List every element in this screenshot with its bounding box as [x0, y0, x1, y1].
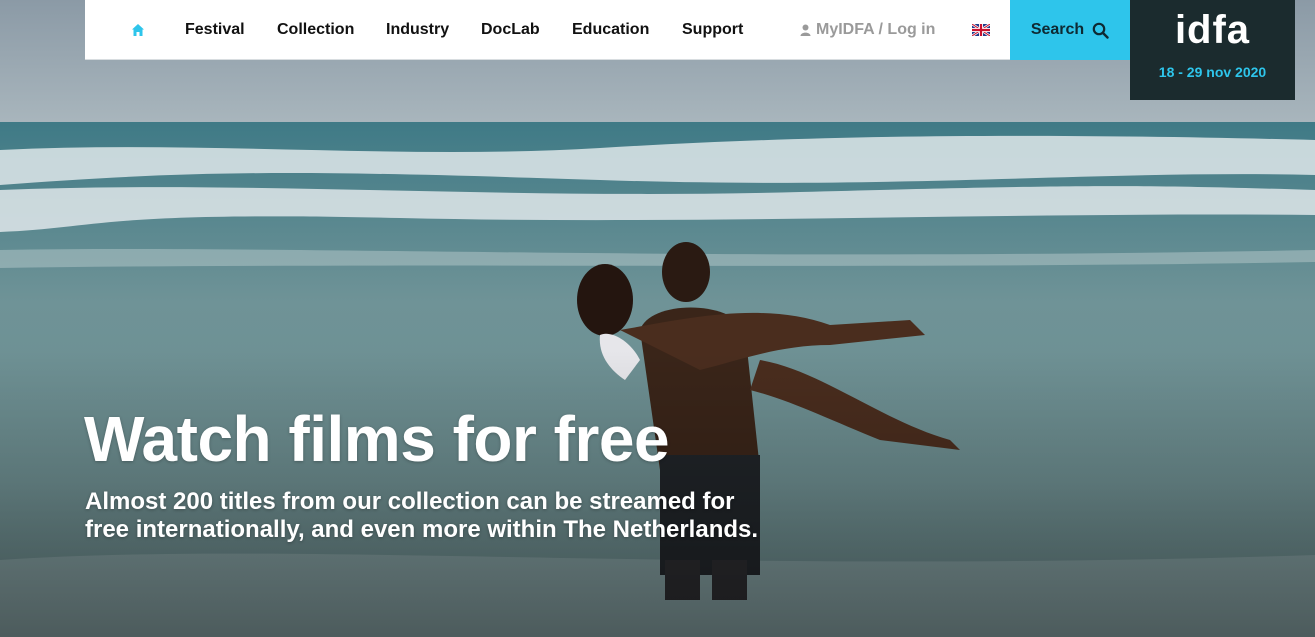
- nav-festival[interactable]: Festival: [185, 0, 245, 60]
- search-button[interactable]: Search: [1010, 0, 1130, 60]
- uk-flag-icon[interactable]: [972, 24, 990, 36]
- user-icon: [800, 24, 811, 36]
- nav-collection[interactable]: Collection: [277, 0, 354, 60]
- home-link[interactable]: [129, 20, 147, 40]
- hero-banner: Watch films for free Almost 200 titles f…: [0, 0, 1315, 637]
- idfa-logo[interactable]: idfa 18 - 29 nov 2020: [1130, 0, 1295, 100]
- hero-subtitle: Almost 200 titles from our collection ca…: [85, 488, 759, 543]
- logo-text: idfa: [1174, 8, 1251, 52]
- main-navigation: Festival Collection Industry DocLab Educ…: [85, 0, 1010, 60]
- home-icon: [132, 24, 144, 36]
- nav-education[interactable]: Education: [572, 0, 649, 60]
- nav-industry[interactable]: Industry: [386, 0, 449, 60]
- login-label: MyIDFA / Log in: [816, 21, 936, 38]
- hero-title: Watch films for free: [84, 403, 670, 475]
- nav-doclab[interactable]: DocLab: [481, 0, 540, 60]
- festival-dates: 18 - 29 nov 2020: [1158, 64, 1267, 80]
- login-link[interactable]: MyIDFA / Log in: [800, 0, 935, 60]
- search-label: Search: [1030, 21, 1085, 38]
- search-icon: [1092, 22, 1109, 39]
- nav-support[interactable]: Support: [682, 0, 743, 60]
